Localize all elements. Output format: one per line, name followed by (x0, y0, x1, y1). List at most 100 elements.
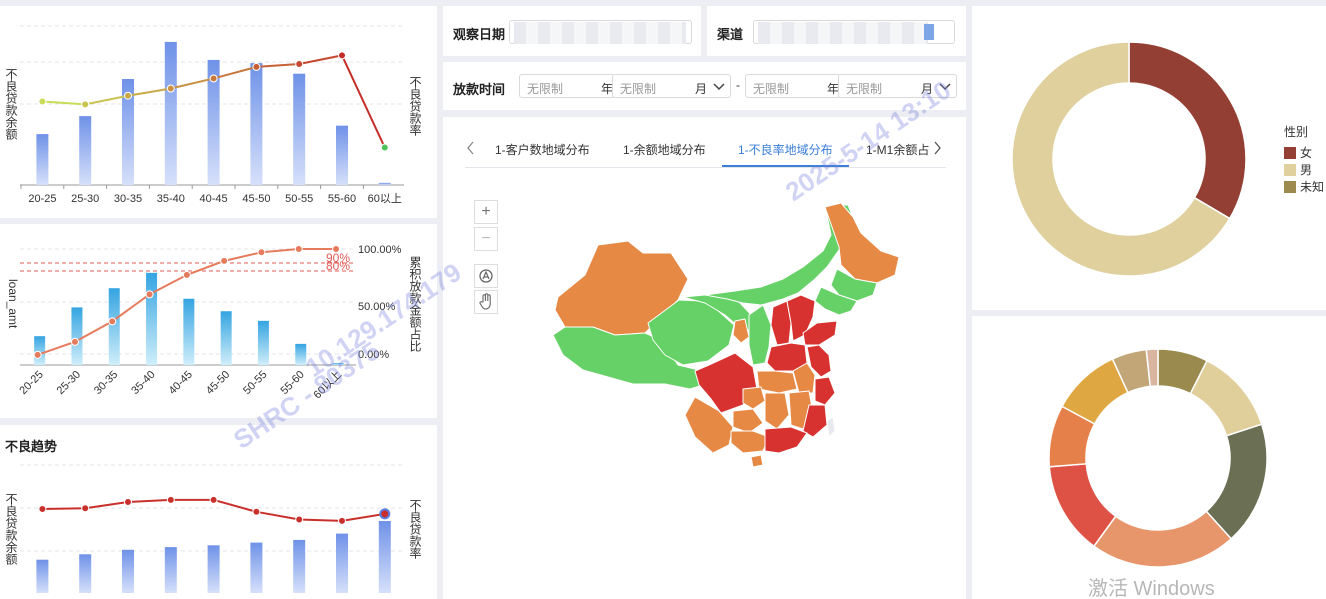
chart2-panel: loan_amt 累积放款金额占比 20-25 25-30 30-35 35-40 40… (0, 224, 437, 418)
filter-channel-panel: 渠道 (707, 6, 966, 56)
donut2-panel: 激活 Windows (972, 316, 1326, 599)
chart1-rate-line (341, 54, 386, 148)
chart3-rate-point (81, 504, 90, 513)
loan-time-to-year-input[interactable]: 无限制 年 (745, 74, 841, 98)
chart1-rate-point (38, 97, 47, 106)
chart3-bar (250, 542, 263, 593)
tab-npl-rate-region[interactable]: 1-不良率地域分布 (738, 141, 833, 158)
chart1-rate-line (256, 63, 300, 68)
tab-balance-region[interactable]: 1-余额地域分布 (623, 141, 706, 158)
channel-redacted (758, 22, 928, 44)
chart2-cumulative-point (257, 248, 266, 257)
chart2-x-tick-label: 35-40 (129, 369, 157, 397)
chart2-bar (71, 307, 83, 365)
region-hainan[interactable] (750, 454, 764, 468)
chart1-x-tick-label: 60以上 (368, 192, 402, 205)
gender-donut-panel: 性别 女男未知 (972, 6, 1326, 310)
chart1-rate-line (299, 54, 343, 66)
gender-donut-slice (1128, 41, 1247, 220)
chart3-rate-point (38, 505, 47, 513)
channel-selected-chip (924, 24, 934, 40)
chart1-x-tick-label: 45-50 (242, 193, 270, 205)
chart1-x-tick-label: 50-55 (285, 193, 313, 205)
chart2-bar (257, 320, 269, 365)
obs-date-redacted (514, 22, 686, 44)
chart2-cumulative-point (182, 270, 191, 279)
gender-legend-item[interactable]: 未知 (1284, 178, 1324, 195)
loan-time-to-month-select[interactable]: 无限制 月 (838, 74, 957, 98)
chart1-bar (250, 63, 263, 185)
gender-legend-item[interactable]: 女 (1284, 144, 1324, 161)
chevron-down-icon[interactable] (939, 83, 951, 91)
chart1-rate-point (252, 62, 261, 71)
from-month-placeholder: 无限制 (620, 82, 657, 96)
region-shaanxi[interactable] (748, 304, 772, 366)
chart1-x-tick-label: 30-35 (114, 193, 142, 205)
chart3-bar (164, 547, 177, 593)
chart1-x-tick-label: 20-25 (28, 193, 56, 205)
chart1-x-tick-label: 40-45 (200, 193, 228, 205)
chart3-bar (207, 545, 220, 593)
to-year-placeholder: 无限制 (753, 82, 790, 96)
chart1-bar (36, 134, 49, 185)
chevron-down-icon[interactable] (713, 83, 725, 91)
gender-donut-svg (1011, 41, 1247, 277)
chart3-bar (79, 554, 92, 593)
gender-legend: 性别 女男未知 (1284, 123, 1324, 195)
tab-m1-balance-share[interactable]: 1-M1余额占 (866, 141, 930, 158)
chart2-x-tick-label: 25-30 (55, 369, 83, 397)
region-guangdong[interactable] (764, 426, 808, 454)
region-taiwan (826, 416, 836, 438)
chart2-cumulative-point (33, 350, 42, 359)
chart3-bar (336, 533, 348, 593)
china-choropleth-map (552, 202, 900, 468)
to-month-unit: 月 (921, 82, 934, 96)
loan-time-label: 放款时间 (453, 82, 506, 97)
region-hubei[interactable] (756, 370, 798, 394)
loan-time-from-year-input[interactable]: 无限制 年 (519, 74, 615, 98)
chart1-panel: 不良贷款余额 不良贷款率 20-25 25-30 30-35 35-40 40-45 45… (0, 6, 437, 218)
chart3-rate-point (166, 495, 175, 504)
gender-legend-swatch (1284, 180, 1296, 193)
donut2-slice (1189, 359, 1263, 437)
region-hunan[interactable] (764, 392, 790, 430)
chart3-bar (36, 559, 49, 593)
filter-loan-time-panel: 放款时间 无限制 年 无限制 月 - 无限制 年 无限制 月 (443, 62, 966, 110)
obs-date-select[interactable] (509, 20, 692, 44)
chart2-right-tick-label: 100.00% (358, 244, 402, 256)
chart2-right-tick-label: 0.00% (358, 349, 389, 361)
chart3-svg (20, 464, 404, 593)
chart2-bar (34, 336, 46, 365)
region-zhejiang[interactable] (814, 376, 836, 406)
gender-legend-swatch (1284, 146, 1296, 159)
tab-scroll-right-icon[interactable] (933, 141, 943, 155)
chart3-rate-point (124, 498, 132, 506)
from-year-placeholder: 无限制 (527, 82, 564, 96)
chart2-x-tick-label: 40-45 (167, 369, 195, 397)
chart1-rate-point (380, 143, 389, 152)
chart2-bar (295, 343, 307, 365)
to-month-placeholder: 无限制 (846, 82, 883, 96)
chart3-bar (122, 549, 134, 593)
chart2-x-tick-label: 50-55 (241, 369, 269, 397)
gender-legend-swatch (1284, 163, 1296, 176)
chart3-panel: 不良趋势 不良贷款余额 不良贷款率 (0, 425, 437, 599)
donut2-svg (1048, 348, 1268, 568)
loan-time-from-month-select[interactable]: 无限制 月 (612, 74, 731, 98)
channel-select[interactable] (753, 20, 955, 44)
region-chongqing[interactable] (742, 386, 766, 410)
chart1-bar (378, 182, 391, 185)
tab-customer-region[interactable]: 1-客户数地域分布 (495, 141, 590, 158)
chart2-x-tick-label: 20-25 (17, 369, 45, 397)
chart1-bar (164, 41, 177, 186)
range-separator: - (736, 78, 740, 92)
donut2-slice (1092, 510, 1233, 568)
gender-legend-item[interactable]: 男 (1284, 161, 1324, 178)
tab-scroll-left-icon[interactable] (466, 141, 476, 155)
chart1-rate-point (166, 84, 175, 93)
region-guizhou[interactable] (732, 408, 764, 434)
chart2-cumulative-point (145, 290, 154, 299)
chart2-bar (220, 311, 232, 365)
chart2-reference-label: 80% (326, 259, 350, 273)
region-guangxi[interactable] (730, 430, 770, 454)
